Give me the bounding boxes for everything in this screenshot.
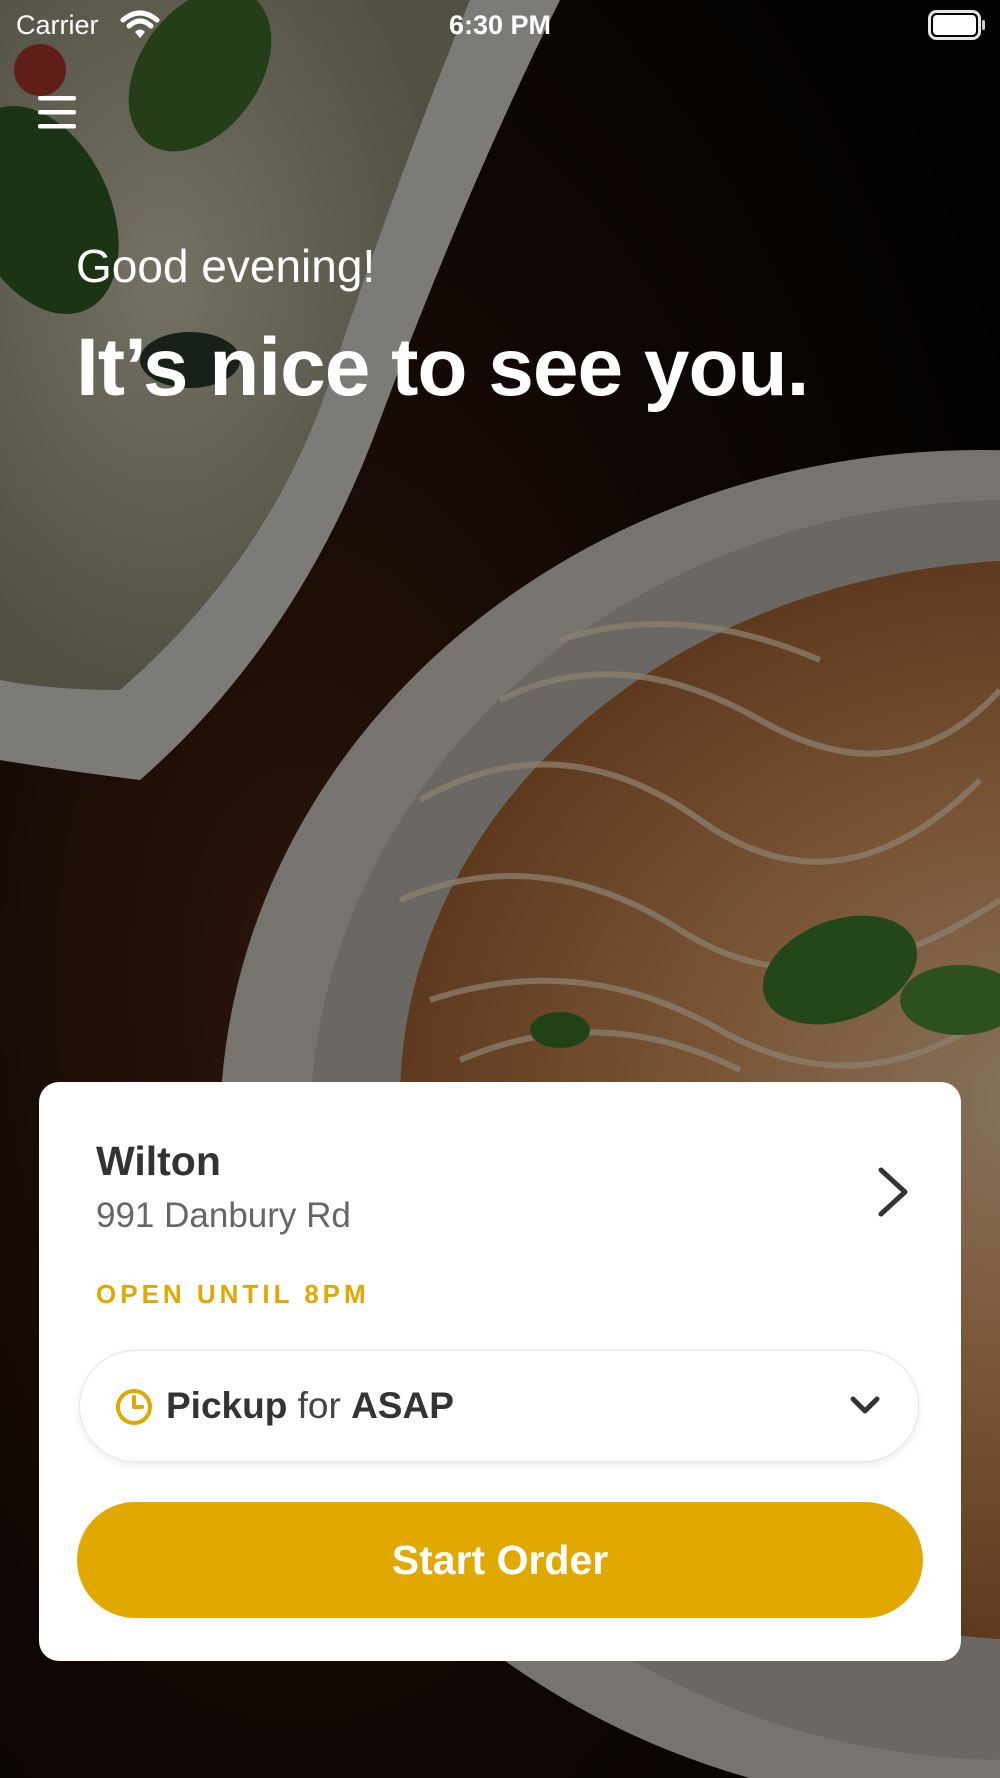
hamburger-menu-icon	[38, 96, 76, 129]
store-name: Wilton	[96, 1138, 221, 1184]
order-mode-connector: for	[297, 1385, 341, 1426]
order-mode-time: ASAP	[351, 1385, 454, 1426]
greeting-headline: It’s nice to see you.	[76, 322, 809, 413]
chevron-right-icon	[878, 1167, 908, 1217]
order-card: Wilton 991 Danbury Rd OPEN UNTIL 8PM Pic…	[39, 1082, 961, 1661]
menu-button[interactable]	[30, 88, 86, 138]
order-mode-type: Pickup	[166, 1385, 288, 1426]
order-mode-text: Pickup for ASAP	[166, 1381, 454, 1431]
greeting-salutation: Good evening!	[76, 240, 376, 292]
battery-full-icon	[928, 10, 985, 40]
store-details-link[interactable]: Wilton 991 Danbury Rd OPEN UNTIL 8PM	[39, 1082, 961, 1322]
status-time: 6:30 PM	[448, 10, 552, 40]
chevron-down-icon	[850, 1396, 880, 1414]
start-order-button[interactable]: Start Order	[77, 1502, 923, 1618]
order-mode-selector[interactable]: Pickup for ASAP	[79, 1350, 919, 1462]
status-bar: Carrier 6:30 PM	[0, 0, 1000, 50]
clock-icon	[116, 1389, 152, 1425]
store-hours: OPEN UNTIL 8PM	[96, 1279, 370, 1309]
store-address: 991 Danbury Rd	[96, 1196, 351, 1235]
